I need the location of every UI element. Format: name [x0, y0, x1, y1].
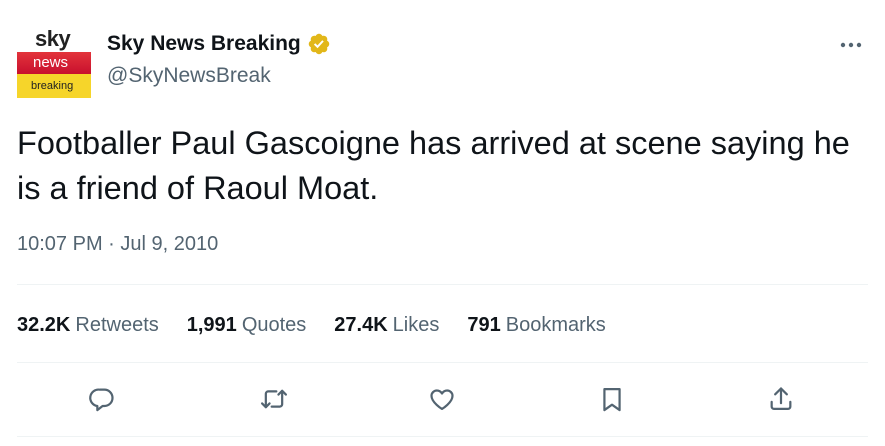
- tweet-text: Footballer Paul Gascoigne has arrived at…: [17, 125, 850, 206]
- avatar-news-text: news: [33, 54, 69, 71]
- like-button[interactable]: [425, 382, 459, 416]
- reply-icon: [89, 388, 114, 412]
- bookmark-button[interactable]: [595, 382, 629, 416]
- engagement-stats: 32.2K Retweets 1,991 Quotes 27.4K Likes …: [17, 310, 634, 340]
- more-options-icon[interactable]: [836, 34, 866, 56]
- retweet-icon: [260, 389, 288, 409]
- bookmark-icon: [603, 387, 621, 412]
- avatar-sky-band: sky: [17, 26, 91, 52]
- reply-button[interactable]: [85, 382, 119, 416]
- verified-badge-icon[interactable]: [307, 32, 331, 56]
- avatar-breaking-text: breaking: [31, 80, 74, 92]
- avatar-sky-text: sky: [35, 26, 71, 51]
- divider: [17, 362, 868, 363]
- retweet-button[interactable]: [257, 382, 291, 416]
- tweet-timestamp[interactable]: 10:07 PM · Jul 9, 2010: [17, 230, 218, 258]
- stat-bookmarks[interactable]: 791 Bookmarks: [467, 310, 605, 340]
- stat-quotes-label: Quotes: [241, 314, 307, 336]
- tweet-card: sky news breaking Sky News Breaking @Sky…: [0, 0, 885, 446]
- share-button[interactable]: [764, 382, 798, 416]
- stat-quotes[interactable]: 1,991 Quotes: [187, 310, 307, 340]
- stat-likes-label: Likes: [392, 314, 440, 336]
- divider: [17, 436, 868, 437]
- author-handle[interactable]: @SkyNewsBreak: [107, 62, 271, 90]
- stat-likes[interactable]: 27.4K Likes: [334, 310, 439, 340]
- stat-quotes-count: 1,991: [186, 314, 237, 336]
- author-name-row: Sky News Breaking: [107, 30, 331, 58]
- stat-retweets[interactable]: 32.2K Retweets: [17, 310, 159, 340]
- display-name[interactable]: Sky News Breaking: [107, 30, 301, 58]
- avatar[interactable]: sky news breaking: [17, 26, 91, 98]
- avatar-breaking-band: breaking: [17, 74, 91, 98]
- like-icon: [430, 389, 454, 411]
- share-icon: [770, 387, 792, 411]
- stat-likes-count: 27.4K: [334, 314, 388, 336]
- stat-retweets-count: 32.2K: [17, 314, 71, 336]
- stat-retweets-label: Retweets: [75, 314, 159, 336]
- stat-bookmarks-count: 791: [467, 314, 501, 336]
- stat-bookmarks-label: Bookmarks: [505, 314, 606, 336]
- avatar-news-band: news: [17, 52, 91, 74]
- divider: [17, 284, 868, 285]
